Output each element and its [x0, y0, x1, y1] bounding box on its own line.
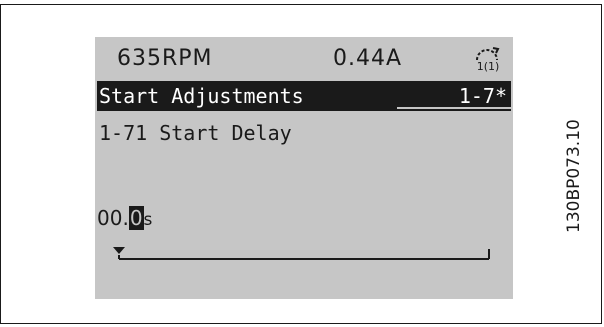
- current-readout: 0.44A: [333, 46, 403, 71]
- value-prefix: 00.: [97, 206, 129, 230]
- lcp-display: 635RPM 0.44A 1(1) Start Adjustments 1-7*…: [95, 37, 513, 299]
- parameter-value[interactable]: 00.0s: [97, 203, 152, 233]
- mode-icon-text: 1(1): [477, 60, 500, 73]
- group-underline: [397, 107, 511, 109]
- group-title: Start Adjustments: [99, 84, 304, 108]
- speed-readout: 635RPM: [117, 46, 213, 71]
- hand-on-icon: 1(1): [471, 45, 505, 73]
- parameter-title: 1-71 Start Delay: [99, 121, 292, 145]
- value-unit: s: [143, 210, 153, 230]
- value-slider[interactable]: [113, 241, 499, 263]
- value-cursor-digit[interactable]: 0: [128, 206, 144, 230]
- figure-code: 130BP073.10: [561, 33, 585, 233]
- figure-frame: 635RPM 0.44A 1(1) Start Adjustments 1-7*…: [0, 4, 602, 324]
- parameter-group-bar: Start Adjustments 1-7*: [97, 81, 511, 111]
- slider-marker-icon: [113, 247, 125, 254]
- figure-code-text: 130BP073.10: [564, 119, 584, 233]
- status-row: 635RPM 0.44A 1(1): [95, 45, 513, 75]
